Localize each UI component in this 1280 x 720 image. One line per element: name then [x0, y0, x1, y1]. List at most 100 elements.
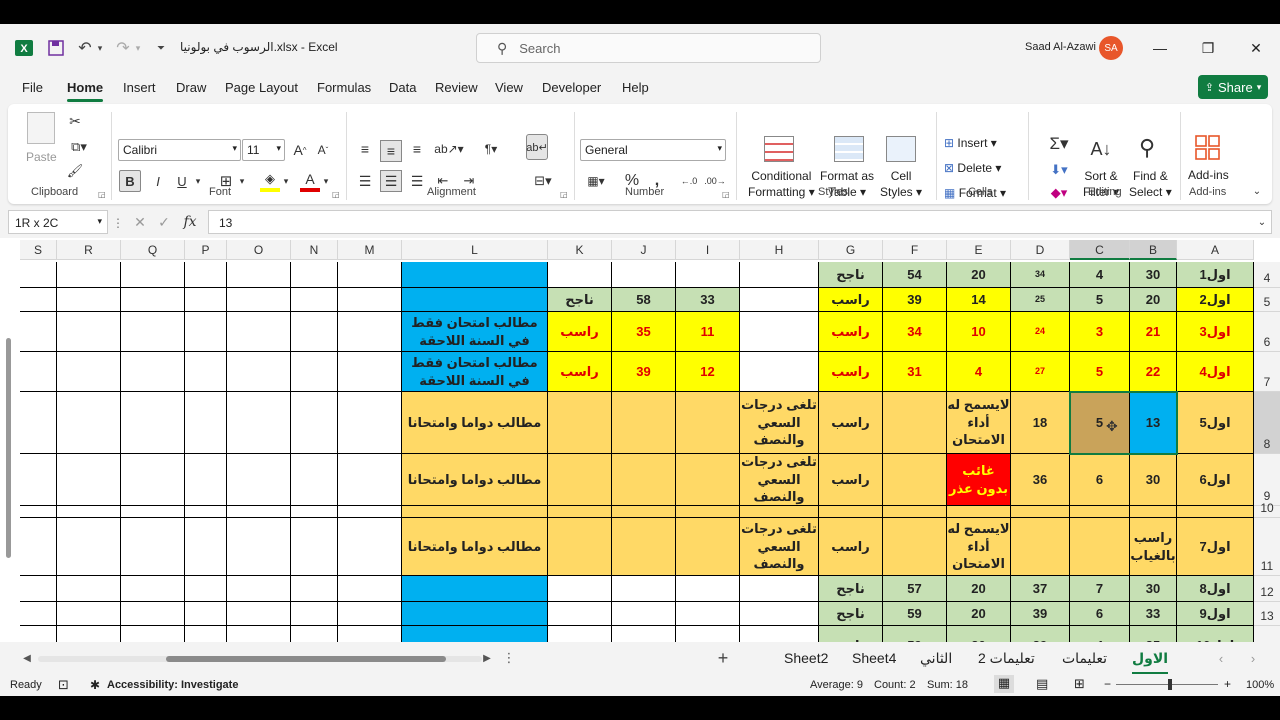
bold-icon[interactable]: B: [119, 170, 141, 192]
cell-q6[interactable]: [121, 312, 185, 352]
cell-a6[interactable]: اول3: [1177, 312, 1254, 352]
align-bottom-icon[interactable]: ≡: [408, 140, 426, 158]
align-top-icon[interactable]: ≡: [356, 140, 374, 158]
cell-s7[interactable]: [20, 352, 57, 392]
row-header-7[interactable]: 7: [1254, 352, 1280, 392]
cell-h11[interactable]: تلغى درجات السعي والنصف: [740, 518, 819, 576]
text-direction-icon[interactable]: ¶▾: [478, 140, 504, 158]
column-header-e[interactable]: E: [947, 240, 1011, 260]
add-sheet-icon[interactable]: +: [714, 648, 732, 668]
clipboard-launcher-icon[interactable]: ◲: [98, 190, 106, 199]
cell-j5[interactable]: 58: [612, 288, 676, 312]
sheet-tab-sheet4[interactable]: Sheet4: [852, 650, 896, 666]
cell-s13[interactable]: [20, 602, 57, 626]
cell-f8[interactable]: [883, 392, 947, 454]
cell-a5[interactable]: اول2: [1177, 288, 1254, 312]
column-header-f[interactable]: F: [883, 240, 947, 260]
cell-m6[interactable]: [338, 312, 402, 352]
cell-h13[interactable]: [740, 602, 819, 626]
cell-a12[interactable]: اول8: [1177, 576, 1254, 602]
cell-p4[interactable]: [185, 262, 227, 288]
cell-e6[interactable]: 10: [947, 312, 1011, 352]
cell-h9[interactable]: تلغى درجات السعي والنصف: [740, 454, 819, 506]
cell-styles-button[interactable]: Cell Styles ▾: [880, 168, 922, 200]
sheet-tab-instructions-2[interactable]: تعليمات 2: [978, 650, 1035, 667]
horizontal-scrollbar-thumb[interactable]: [166, 656, 446, 662]
redo-icon[interactable]: ↷: [114, 38, 132, 58]
cell-o7[interactable]: [227, 352, 291, 392]
enter-icon[interactable]: ✓: [156, 214, 172, 230]
insert-cells-button[interactable]: ⊞ Insert ▾: [944, 136, 997, 150]
cell-s9[interactable]: [20, 454, 57, 506]
cell-l8[interactable]: مطالب دواما وامتحانا: [402, 392, 548, 454]
cell-k7[interactable]: راسب: [548, 352, 612, 392]
sheet-tab-second[interactable]: الثاني: [920, 650, 952, 667]
cell-s11[interactable]: [20, 518, 57, 576]
cell-i12[interactable]: [676, 576, 740, 602]
format-as-table-icon[interactable]: [834, 136, 864, 162]
cell-l12[interactable]: [402, 576, 548, 602]
cell-i5[interactable]: 33: [676, 288, 740, 312]
cell-i7[interactable]: 12: [676, 352, 740, 392]
cell-r8[interactable]: [57, 392, 121, 454]
column-header-o[interactable]: O: [227, 240, 291, 260]
cell-c8[interactable]: 5: [1070, 392, 1130, 454]
cell-m11[interactable]: [338, 518, 402, 576]
cell-q10[interactable]: [121, 506, 185, 518]
cell-e5[interactable]: 14: [947, 288, 1011, 312]
cell-r5[interactable]: [57, 288, 121, 312]
cell-c13[interactable]: 6: [1070, 602, 1130, 626]
cell-p11[interactable]: [185, 518, 227, 576]
cell-p9[interactable]: [185, 454, 227, 506]
scroll-right-icon[interactable]: ▶: [480, 651, 494, 665]
cell-q5[interactable]: [121, 288, 185, 312]
orientation-icon[interactable]: ab↗▾: [434, 140, 463, 158]
zoom-in-icon[interactable]: +: [1224, 677, 1231, 691]
row-header-4[interactable]: 4: [1254, 262, 1280, 288]
sheet-tab-sheet2[interactable]: Sheet2: [784, 650, 828, 666]
row-header-5[interactable]: 5: [1254, 288, 1280, 312]
cell-a4[interactable]: اول1: [1177, 262, 1254, 288]
column-header-q[interactable]: Q: [121, 240, 185, 260]
cell-s12[interactable]: [20, 576, 57, 602]
delete-cells-button[interactable]: ⊠ Delete ▾: [944, 161, 1001, 175]
cell-g9[interactable]: راسب: [819, 454, 883, 506]
cell-n12[interactable]: [291, 576, 338, 602]
column-header-a[interactable]: A: [1177, 240, 1254, 260]
cell-r4[interactable]: [57, 262, 121, 288]
cell-c4[interactable]: 4: [1070, 262, 1130, 288]
cell-o4[interactable]: [227, 262, 291, 288]
cell-e13[interactable]: 20: [947, 602, 1011, 626]
cell-f6[interactable]: 34: [883, 312, 947, 352]
cell-b13[interactable]: 33: [1130, 602, 1177, 626]
cell-j7[interactable]: 39: [612, 352, 676, 392]
more-icon[interactable]: ⋮: [112, 216, 124, 230]
cell-l5[interactable]: [402, 288, 548, 312]
column-header-l[interactable]: L: [402, 240, 548, 260]
tab-draw[interactable]: Draw: [176, 80, 206, 95]
cell-s10[interactable]: [20, 506, 57, 518]
sheet-tab-instructions[interactable]: تعليمات: [1062, 650, 1107, 667]
cell-m9[interactable]: [338, 454, 402, 506]
cell-i13[interactable]: [676, 602, 740, 626]
cut-icon[interactable]: ✂: [66, 112, 84, 130]
wrap-text-icon[interactable]: ab↵: [526, 134, 548, 160]
cell-c7[interactable]: 5: [1070, 352, 1130, 392]
cell-l7[interactable]: مطالب امتحان فقط في السنة اللاحقة: [402, 352, 548, 392]
cell-c6[interactable]: 3: [1070, 312, 1130, 352]
cell-k13[interactable]: [548, 602, 612, 626]
cell-d10[interactable]: [1011, 506, 1070, 518]
cell-q11[interactable]: [121, 518, 185, 576]
cell-o12[interactable]: [227, 576, 291, 602]
cell-r9[interactable]: [57, 454, 121, 506]
cell-e4[interactable]: 20: [947, 262, 1011, 288]
cell-r11[interactable]: [57, 518, 121, 576]
cell-j4[interactable]: [612, 262, 676, 288]
clear-icon[interactable]: ◆▾: [1042, 184, 1076, 202]
font-color-icon[interactable]: A: [300, 170, 320, 192]
sort-filter-icon[interactable]: A↓: [1086, 134, 1116, 164]
cell-styles-icon[interactable]: [886, 136, 916, 162]
cell-e7[interactable]: 4: [947, 352, 1011, 392]
cell-m7[interactable]: [338, 352, 402, 392]
cell-i6[interactable]: 11: [676, 312, 740, 352]
